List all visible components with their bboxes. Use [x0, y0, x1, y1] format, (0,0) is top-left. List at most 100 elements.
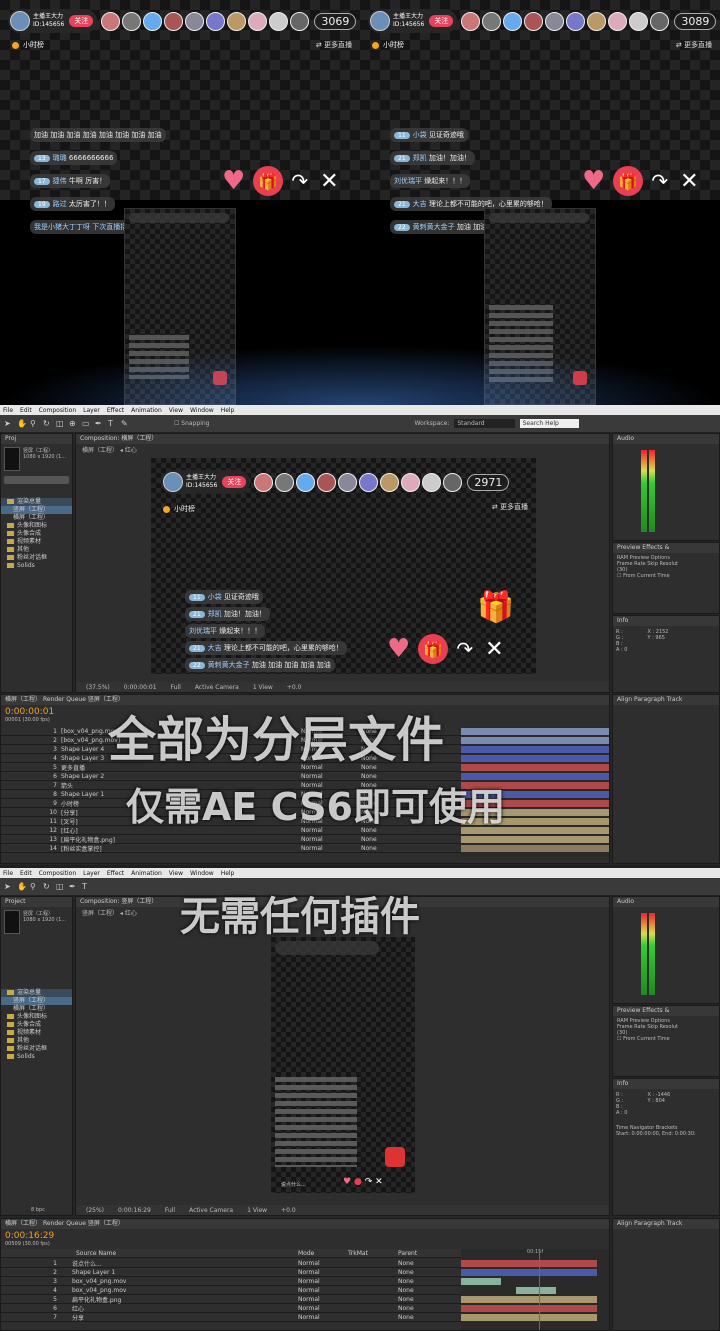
layer-bar[interactable]	[461, 728, 609, 735]
avatar[interactable]	[122, 11, 142, 31]
avatar[interactable]	[101, 11, 121, 31]
layer-bar[interactable]	[461, 1278, 501, 1285]
bit-depth[interactable]: 8 bpc	[31, 1207, 45, 1213]
menu-window[interactable]: Window	[190, 870, 214, 877]
tab-timeline[interactable]: 横屏（工程）	[5, 696, 41, 703]
rotate-tool-icon[interactable]: ↻	[43, 419, 51, 428]
more-live-link[interactable]: ⇄ 更多直播	[316, 40, 352, 50]
avatar[interactable]	[227, 11, 247, 31]
share-icon[interactable]: ↷	[651, 169, 668, 193]
list-item[interactable]: 横屏（工程）	[1, 514, 72, 522]
menu-view[interactable]: View	[169, 870, 183, 877]
layer-bar[interactable]	[461, 1260, 597, 1267]
zoom-tool-icon[interactable]: ⚲	[30, 419, 38, 428]
gift-icon[interactable]: 🎁	[253, 166, 284, 196]
hand-tool-icon[interactable]: ✋	[17, 419, 27, 428]
selection-tool-icon[interactable]: ➤	[4, 882, 12, 891]
table-row[interactable]: 7 分享 Normal None	[1, 1313, 461, 1322]
avatar[interactable]	[566, 11, 586, 31]
avatar[interactable]	[587, 11, 607, 31]
zoom-tool-icon[interactable]: ⚲	[30, 882, 38, 891]
snapping-toggle[interactable]: ☐ Snapping	[174, 420, 209, 427]
menu-effect[interactable]: Effect	[107, 870, 124, 877]
avatar[interactable]	[143, 11, 163, 31]
menu-file[interactable]: File	[3, 870, 13, 877]
resolution-select[interactable]: Full	[165, 1207, 175, 1214]
workspace-select[interactable]: Standard	[454, 419, 515, 428]
layer-bar[interactable]	[461, 836, 609, 843]
timeline-timecode[interactable]: 0:00:16:29	[5, 1231, 605, 1241]
tab-timeline-2[interactable]: 竖屏（工程）	[88, 1220, 124, 1227]
pan-tool-icon[interactable]: ⊕	[69, 419, 77, 428]
brush-tool-icon[interactable]: ✎	[121, 419, 129, 428]
host-pill[interactable]: 主播王大力 ID:145656 关注	[368, 9, 458, 33]
hour-rank[interactable]: 小时榜	[372, 40, 404, 50]
list-item[interactable]: 头像和图标	[1, 522, 72, 530]
layer-bar[interactable]	[461, 737, 609, 744]
type-tool-icon[interactable]: T	[82, 882, 90, 891]
tab-render-queue[interactable]: Render Queue	[43, 1220, 86, 1227]
camera-tool-icon[interactable]: ◫	[56, 419, 64, 428]
exposure-offset[interactable]: +0.0	[287, 684, 302, 691]
search-help-input[interactable]: Search Help	[519, 419, 579, 428]
avatar[interactable]	[290, 11, 310, 31]
menu-composition[interactable]: Composition	[39, 407, 76, 414]
camera-select[interactable]: Active Camera	[189, 1207, 233, 1214]
hour-rank[interactable]: 小时榜	[12, 40, 44, 50]
views-select[interactable]: 1 View	[247, 1207, 267, 1214]
layer-bar[interactable]	[461, 764, 609, 771]
list-item[interactable]: 渲染总量	[1, 989, 72, 997]
avatar[interactable]	[185, 11, 205, 31]
layer-bar[interactable]	[461, 1314, 597, 1321]
gift-icon[interactable]: 🎁	[613, 166, 644, 196]
list-item[interactable]: 粉丝对话框	[1, 1045, 72, 1053]
list-item[interactable]: 渲染总量	[1, 498, 72, 506]
tab-paragraph[interactable]: Paragraph	[634, 696, 665, 703]
zoom-select[interactable]: (37.5%)	[86, 684, 110, 691]
views-select[interactable]: 1 View	[253, 684, 273, 691]
menu-animation[interactable]: Animation	[131, 870, 162, 877]
close-icon[interactable]: ✕	[680, 169, 698, 194]
tab-align[interactable]: Align	[617, 696, 632, 703]
layer-bar[interactable]	[516, 1287, 556, 1294]
tab-info[interactable]: Info	[613, 616, 719, 626]
project-search-input[interactable]	[4, 476, 69, 484]
tab-project[interactable]: Project	[1, 897, 72, 907]
zoom-select[interactable]: (25%)	[86, 1207, 104, 1214]
heart-icon[interactable]: ♥	[582, 166, 605, 196]
camera-select[interactable]: Active Camera	[195, 684, 239, 691]
avatar[interactable]	[248, 11, 268, 31]
follow-button[interactable]: 关注	[429, 15, 454, 27]
menu-layer[interactable]: Layer	[83, 870, 100, 877]
avatar[interactable]	[629, 11, 649, 31]
tab-track[interactable]: Track	[667, 1220, 683, 1227]
list-item[interactable]: 其他	[1, 546, 72, 554]
viewer-timecode[interactable]: 0:00:16:29	[118, 1207, 151, 1214]
layer-bar[interactable]	[461, 1269, 597, 1276]
list-item[interactable]: Solids	[1, 1053, 72, 1061]
layer-bar[interactable]	[461, 746, 609, 753]
type-tool-icon[interactable]: T	[108, 419, 116, 428]
list-item[interactable]: 横屏（工程）	[1, 1005, 72, 1013]
tab-info[interactable]: Info	[613, 1079, 719, 1089]
resolution-select[interactable]: Full	[171, 684, 181, 691]
avatar[interactable]	[206, 11, 226, 31]
from-current-checkbox[interactable]: ☐ From Current Time	[617, 573, 715, 579]
camera-tool-icon[interactable]: ◫	[56, 882, 64, 891]
table-row[interactable]: 2 Shape Layer 1 Normal None	[1, 1268, 461, 1277]
list-item[interactable]: 竖屏（工程）	[1, 506, 72, 514]
avatar[interactable]	[650, 11, 670, 31]
menu-file[interactable]: File	[3, 407, 13, 414]
menu-composition[interactable]: Composition	[39, 870, 76, 877]
avatar[interactable]	[608, 11, 628, 31]
tab-align[interactable]: Align	[617, 1220, 632, 1227]
menu-help[interactable]: Help	[221, 407, 235, 414]
list-item[interactable]: 视频素材	[1, 1029, 72, 1037]
selection-tool-icon[interactable]: ➤	[4, 419, 12, 428]
comp-canvas[interactable]: 说点什么... ♥ ● ↷ ✕	[271, 937, 415, 1193]
tab-effects[interactable]: Effects &	[642, 544, 669, 551]
menu-edit[interactable]: Edit	[20, 407, 32, 414]
menu-layer[interactable]: Layer	[83, 407, 100, 414]
avatar[interactable]	[482, 11, 502, 31]
menu-help[interactable]: Help	[221, 870, 235, 877]
